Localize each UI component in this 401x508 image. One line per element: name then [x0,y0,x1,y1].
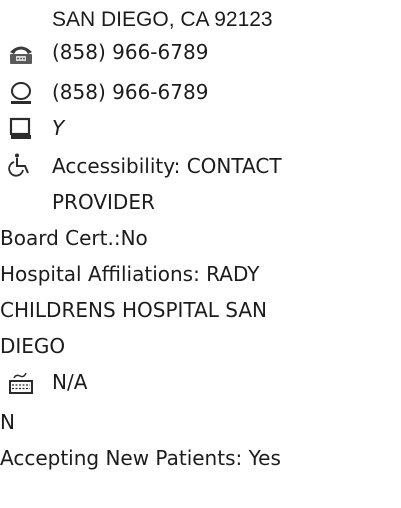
circle-icon [8,80,34,106]
accepting-new-patients: Accepting New Patients: Yes [0,446,281,470]
checkbox-value: Y [52,116,65,140]
wheelchair-icon [8,152,34,178]
address-line: SAN DIEGO, CA 92123 [52,8,273,31]
hospital-affiliations-line-3: DIEGO [0,334,66,358]
language-value: N/A [52,370,88,394]
telephone-icon [8,40,34,66]
hospital-affiliations-line-1: Hospital Affiliations: RADY [0,262,260,286]
accessibility-line-2: PROVIDER [52,190,155,214]
board-cert: Board Cert.:No [0,226,148,250]
provider-details-panel: SAN DIEGO, CA 92123 (858) 966-6789 (858)… [0,0,401,508]
keyboard-icon [8,370,34,396]
fax-number: (858) 966-6789 [52,80,209,104]
hospital-affiliations-line-2: CHILDRENS HOSPITAL SAN [0,298,267,322]
accessibility-line-1: Accessibility: CONTACT [52,154,282,178]
checkbox-icon [8,116,34,142]
phone-number[interactable]: (858) 966-6789 [52,36,208,68]
flag-value: N [0,410,15,434]
